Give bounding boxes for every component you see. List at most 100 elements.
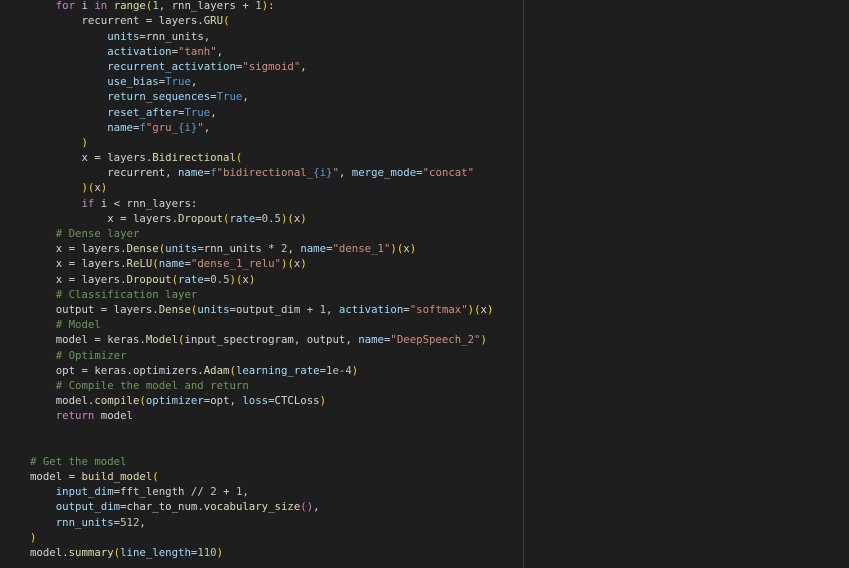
- code-token: {i}: [313, 166, 333, 180]
- code-line[interactable]: [30, 423, 493, 438]
- code-token: {i}: [178, 120, 198, 134]
- code-token: compile: [94, 394, 140, 408]
- code-line[interactable]: rnn_units=512,: [30, 515, 493, 530]
- code-line[interactable]: reset_after=True,: [30, 105, 493, 120]
- code-token: ,: [190, 75, 198, 89]
- code-token: "gru_: [145, 120, 179, 134]
- code-line[interactable]: ): [30, 530, 493, 545]
- code-line[interactable]: model.summary(line_length=110): [30, 545, 493, 560]
- code-line[interactable]: for i in range(1, rnn_layers + 1):: [30, 0, 493, 13]
- code-line[interactable]: # Classification layer: [30, 287, 493, 302]
- code-line[interactable]: model = build_model(: [30, 469, 493, 484]
- code-line[interactable]: x = layers.Bidirectional(: [30, 150, 493, 165]
- code-token: Adam: [203, 363, 230, 377]
- code-line[interactable]: return model: [30, 408, 493, 423]
- code-line[interactable]: recurrent = layers.GRU(: [30, 13, 493, 28]
- code-token: name: [178, 166, 204, 180]
- code-lines[interactable]: # RNN layers for i in range(1, rnn_layer…: [30, 0, 493, 560]
- code-line[interactable]: [30, 439, 493, 454]
- code-token: "softmax": [409, 302, 468, 316]
- code-token: ): [319, 394, 327, 408]
- code-token: merge_mode: [351, 166, 417, 180]
- code-line[interactable]: )(x): [30, 180, 493, 195]
- code-line[interactable]: x = layers.ReLU(name="dense_1_relu")(x): [30, 256, 493, 271]
- code-token: # Classification layer: [55, 287, 198, 301]
- code-token: 1e-4: [326, 363, 352, 377]
- code-token: ReLU: [126, 257, 153, 271]
- code-token: (: [223, 14, 230, 28]
- code-token: units: [197, 302, 230, 316]
- code-line[interactable]: return_sequences=True,: [30, 89, 493, 104]
- code-line[interactable]: model = keras.Model(input_spectrogram, o…: [30, 332, 493, 347]
- code-line[interactable]: opt = keras.optimizers.Adam(learning_rat…: [30, 363, 493, 378]
- code-token: +: [216, 485, 236, 499]
- code-token: "DeepSpeech_2": [390, 333, 481, 347]
- code-token: name: [300, 242, 327, 256]
- code-line[interactable]: output_dim=char_to_num.vocabulary_size()…: [30, 499, 493, 514]
- code-token: ): [81, 135, 88, 149]
- code-token: recurrent = layers.: [81, 14, 204, 28]
- code-token: ): [351, 363, 359, 377]
- code-line[interactable]: x = layers.Dropout(rate=0.5)(x): [30, 272, 493, 287]
- code-token: (: [152, 470, 159, 483]
- code-line[interactable]: x = layers.Dense(units=rnn_units * 2, na…: [30, 241, 493, 256]
- code-token: output = layers.: [55, 302, 159, 316]
- code-token: "concat": [422, 166, 475, 180]
- code-token: =output_dim +: [229, 302, 320, 316]
- code-line[interactable]: x = layers.Dropout(rate=0.5)(x): [30, 211, 493, 226]
- code-line[interactable]: # Compile the model and return: [30, 378, 493, 393]
- code-token: name: [158, 257, 185, 271]
- code-line[interactable]: if i < rnn_layers:: [30, 196, 493, 211]
- code-line[interactable]: units=rnn_units,: [30, 29, 493, 44]
- code-token: units: [107, 29, 140, 43]
- code-token: # Model: [55, 318, 101, 332]
- code-token: "bidirectional_: [216, 166, 314, 180]
- code-line[interactable]: activation="tanh",: [30, 44, 493, 59]
- code-line[interactable]: input_dim=fft_length // 2 + 1,: [30, 484, 493, 499]
- code-line[interactable]: # Model: [30, 317, 493, 332]
- code-line[interactable]: model.compile(optimizer=opt, loss=CTCLos…: [30, 393, 493, 408]
- code-line[interactable]: recurrent_activation="sigmoid",: [30, 59, 493, 74]
- code-token: "sigmoid": [242, 59, 301, 73]
- code-line[interactable]: use_bias=True,: [30, 74, 493, 89]
- code-token: model: [94, 409, 133, 423]
- code-token: 110: [197, 545, 217, 559]
- code-token: model.: [30, 545, 69, 559]
- code-line[interactable]: name=f"gru_{i}",: [30, 120, 493, 135]
- code-token: output_dim: [55, 500, 121, 514]
- code-token: activation: [107, 44, 172, 58]
- code-token: ,: [210, 105, 217, 119]
- code-token: summary: [68, 545, 114, 559]
- code-token: Model: [145, 333, 179, 347]
- code-line[interactable]: output = layers.Dense(units=output_dim +…: [30, 302, 494, 317]
- code-line[interactable]: ): [30, 135, 493, 150]
- code-token: rate: [229, 211, 256, 225]
- code-token: ,: [313, 500, 320, 514]
- code-token: optimizer: [145, 394, 204, 408]
- code-token: True: [216, 90, 243, 104]
- code-token: , rnn_layers +: [158, 0, 256, 13]
- code-token: True: [165, 75, 191, 89]
- code-token: =rnn_units *: [197, 242, 281, 256]
- code-token: =opt,: [203, 394, 243, 408]
- code-line[interactable]: recurrent, name=f"bidirectional_{i}", me…: [30, 165, 493, 180]
- code-editor[interactable]: # RNN layers for i in range(1, rnn_layer…: [0, 0, 523, 568]
- code-line[interactable]: # Dense layer: [30, 226, 493, 241]
- code-token: ): [486, 302, 494, 316]
- code-token: reset_after: [107, 105, 178, 119]
- code-token: for: [55, 0, 76, 13]
- code-line[interactable]: # Optimizer: [30, 348, 493, 363]
- code-token: ,: [300, 59, 307, 73]
- code-token: units: [165, 242, 198, 256]
- code-line[interactable]: # Get the model: [30, 454, 493, 469]
